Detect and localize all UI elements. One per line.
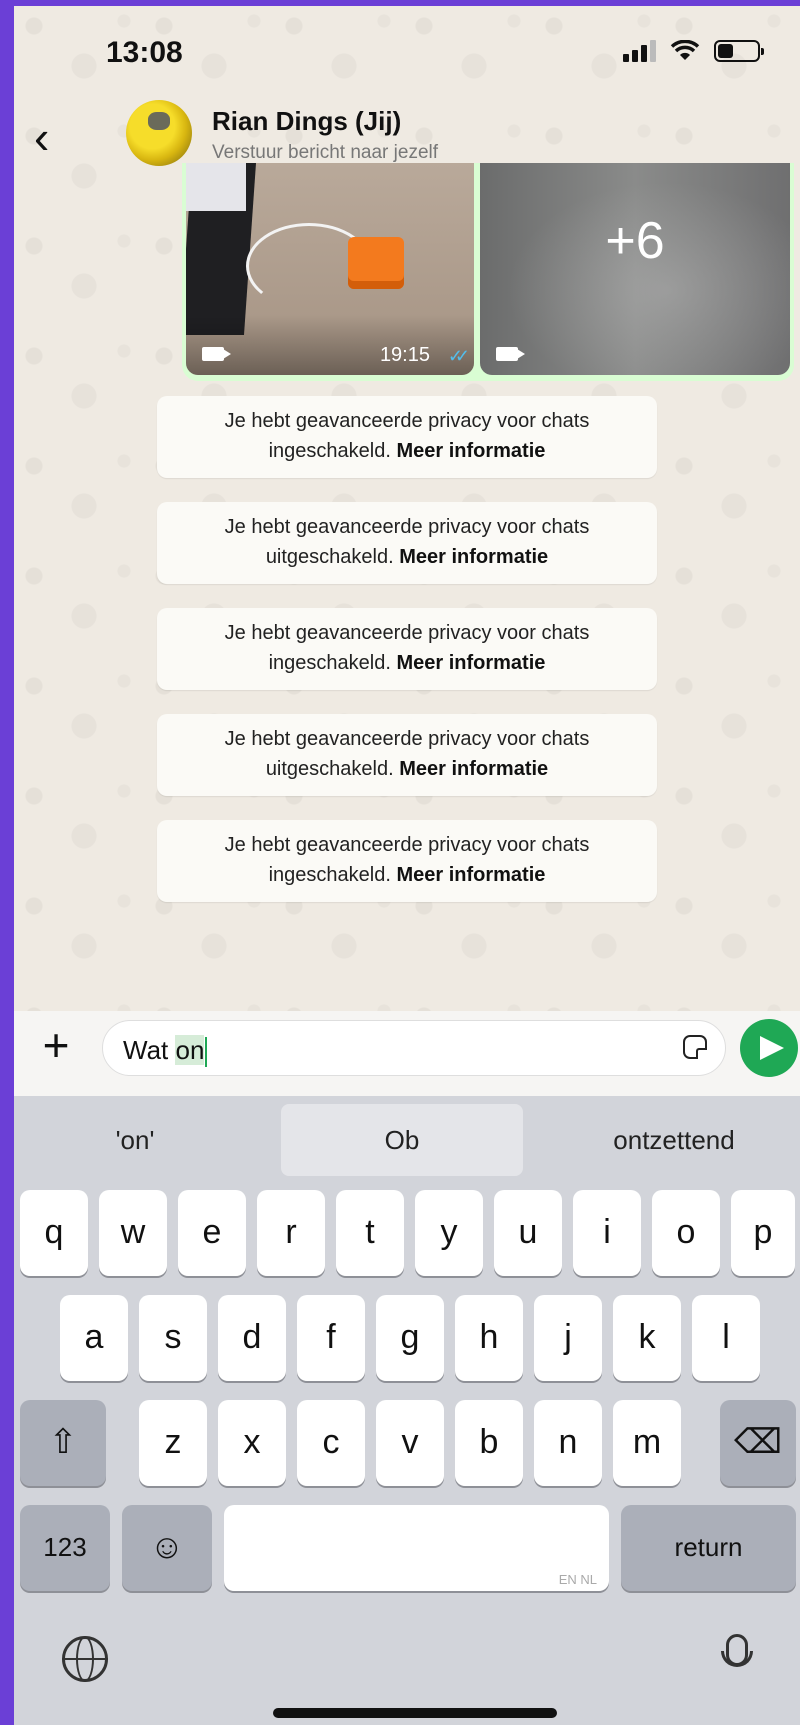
key-y[interactable]: y: [415, 1190, 483, 1276]
notice-status: uitgeschakeld.: [265, 758, 394, 780]
autocorrect-highlight: on: [175, 1035, 205, 1065]
key-c[interactable]: c: [297, 1400, 365, 1486]
system-notice: Je hebt geavanceerde privacy voor chats …: [157, 608, 657, 690]
key-f[interactable]: f: [297, 1295, 365, 1381]
delete-key[interactable]: ⌫: [720, 1400, 796, 1486]
system-notice: Je hebt geavanceerde privacy voor chats …: [157, 820, 657, 902]
chevron-left-icon: ‹: [34, 111, 50, 163]
key-i[interactable]: i: [573, 1190, 641, 1276]
key-g[interactable]: g: [376, 1295, 444, 1381]
key-e[interactable]: e: [178, 1190, 246, 1276]
sticker-icon[interactable]: [683, 1035, 707, 1059]
status-time: 13:08: [106, 36, 183, 69]
notice-text: Je hebt geavanceerde privacy voor chats: [224, 410, 590, 432]
text-cursor: [205, 1037, 208, 1068]
key-q[interactable]: q: [20, 1190, 88, 1276]
delete-icon: ⌫: [733, 1423, 783, 1461]
notice-text: Je hebt geavanceerde privacy voor chats: [224, 834, 590, 856]
key-h[interactable]: h: [455, 1295, 523, 1381]
battery-level: [718, 44, 733, 58]
key-m[interactable]: m: [613, 1400, 681, 1486]
notice-status: uitgeschakeld.: [265, 546, 394, 568]
suggestion-item[interactable]: ontzettend: [548, 1104, 800, 1176]
plus-icon: +: [42, 1019, 70, 1071]
key-b[interactable]: b: [455, 1400, 523, 1486]
key-n[interactable]: n: [534, 1400, 602, 1486]
thumbnail-shade: [186, 315, 474, 375]
key-j[interactable]: j: [534, 1295, 602, 1381]
video-thumbnail[interactable]: 19:15 ✓✓: [186, 163, 474, 375]
suggestion-item[interactable]: 'on': [14, 1104, 256, 1176]
more-info-link[interactable]: Meer informatie: [396, 440, 545, 462]
battery-icon: [714, 40, 764, 62]
media-album: 19:15 ✓✓ +6: [182, 163, 794, 381]
video-camera-icon: [496, 347, 525, 361]
more-info-link[interactable]: Meer informatie: [396, 864, 545, 886]
back-button[interactable]: ‹: [34, 114, 80, 160]
microphone-icon[interactable]: [721, 1634, 753, 1667]
shift-icon: ⇧: [48, 1423, 78, 1461]
key-r[interactable]: r: [257, 1190, 325, 1276]
numbers-key[interactable]: 123: [20, 1505, 110, 1591]
shift-key[interactable]: ⇧: [20, 1400, 106, 1486]
contact-name[interactable]: Rian Dings (Jij): [212, 106, 401, 137]
more-media-count: +6: [605, 212, 665, 270]
key-u[interactable]: u: [494, 1190, 562, 1276]
laptop-screen-shape: [186, 163, 246, 211]
key-w[interactable]: w: [99, 1190, 167, 1276]
suggestion-item[interactable]: Ob: [281, 1104, 523, 1176]
read-ticks-icon: ✓✓: [447, 346, 470, 366]
signal-icon: [623, 40, 656, 62]
notice-status: ingeschakeld.: [268, 440, 391, 462]
send-button[interactable]: [740, 1019, 798, 1077]
contact-subtitle: Verstuur bericht naar jezelf: [212, 142, 439, 163]
wifi-icon: [670, 40, 700, 60]
key-l[interactable]: l: [692, 1295, 760, 1381]
message-input[interactable]: Wat on: [102, 1020, 726, 1076]
language-hint: EN NL: [558, 1572, 597, 1587]
notice-text: Je hebt geavanceerde privacy voor chats: [224, 516, 590, 538]
system-notice: Je hebt geavanceerde privacy voor chats …: [157, 714, 657, 796]
notice-status: ingeschakeld.: [268, 864, 391, 886]
avatar[interactable]: [126, 100, 192, 166]
more-info-link[interactable]: Meer informatie: [399, 758, 548, 780]
emoji-key[interactable]: ☺: [122, 1505, 212, 1591]
message-time: 19:15: [379, 344, 430, 366]
system-notice: Je hebt geavanceerde privacy voor chats …: [157, 502, 657, 584]
video-thumbnail-more[interactable]: +6: [480, 163, 790, 375]
key-p[interactable]: p: [731, 1190, 795, 1276]
more-info-link[interactable]: Meer informatie: [396, 652, 545, 674]
key-a[interactable]: a: [60, 1295, 128, 1381]
home-indicator: [273, 1708, 557, 1718]
more-info-link[interactable]: Meer informatie: [399, 546, 548, 568]
video-camera-icon: [202, 347, 231, 361]
status-icons: [623, 40, 764, 62]
space-key[interactable]: EN NL: [224, 1505, 609, 1591]
key-t[interactable]: t: [336, 1190, 404, 1276]
typed-text: Wat: [123, 1035, 176, 1065]
notice-text: Je hebt geavanceerde privacy voor chats: [224, 622, 590, 644]
key-d[interactable]: d: [218, 1295, 286, 1381]
return-key[interactable]: return: [621, 1505, 796, 1591]
system-notice: Je hebt geavanceerde privacy voor chats …: [157, 396, 657, 478]
emoji-icon: ☺: [149, 1528, 185, 1566]
key-s[interactable]: s: [139, 1295, 207, 1381]
notice-status: ingeschakeld.: [268, 652, 391, 674]
key-k[interactable]: k: [613, 1295, 681, 1381]
key-z[interactable]: z: [139, 1400, 207, 1486]
key-v[interactable]: v: [376, 1400, 444, 1486]
orange-device-shape: [348, 237, 404, 289]
globe-icon[interactable]: [62, 1636, 108, 1682]
key-x[interactable]: x: [218, 1400, 286, 1486]
phone-screen: 13:08 ‹ Rian Dings (Jij) Verstuur berich…: [14, 6, 800, 1725]
key-o[interactable]: o: [652, 1190, 720, 1276]
notice-text: Je hebt geavanceerde privacy voor chats: [224, 728, 590, 750]
attach-button[interactable]: +: [36, 1022, 76, 1068]
